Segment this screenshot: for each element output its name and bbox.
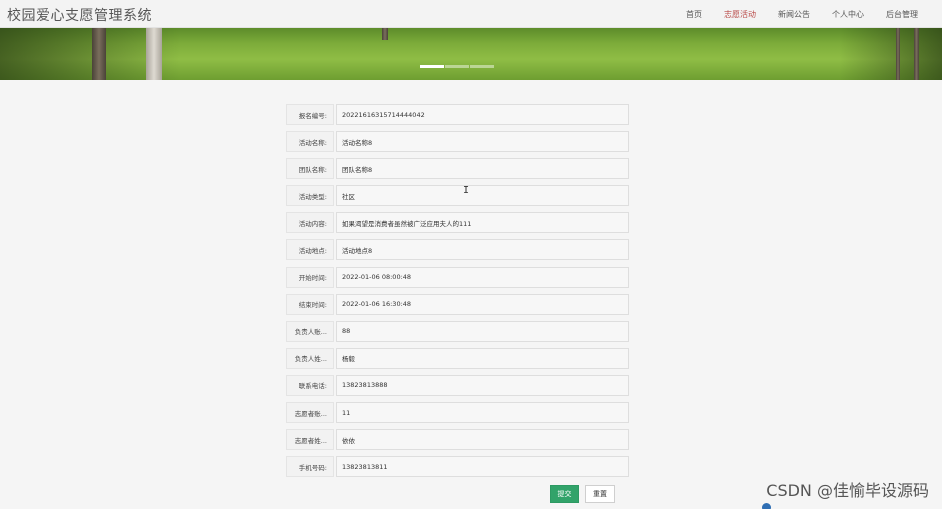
form-row: 结束时间: 2022-01-06 16:30:48 (286, 293, 630, 315)
carousel-dot[interactable] (420, 65, 444, 68)
field-label: 活动地点: (286, 239, 334, 261)
field-value[interactable]: 13823813811 (336, 456, 629, 478)
field-label: 志愿者姓... (286, 429, 334, 451)
form-row: 负责人姓... 杨毅 (286, 347, 630, 369)
form-row: 报名编号: 20221616315714444042 (286, 104, 630, 125)
field-label: 结束时间: (286, 293, 334, 315)
field-label: 负责人姓... (286, 347, 334, 369)
nav-item-volunteer-activities[interactable]: 志愿活动 (724, 9, 756, 20)
form-row: 志愿者账... 11 (286, 402, 630, 424)
field-label: 活动名称: (286, 131, 334, 153)
site-title: 校园爱心支愿管理系统 (7, 8, 152, 24)
carousel-indicators (420, 65, 495, 68)
field-value[interactable]: 社区 (336, 185, 629, 207)
field-label: 手机号码: (286, 456, 334, 478)
scroll-indicator-icon (762, 503, 771, 509)
field-value[interactable]: 团队名称8 (336, 158, 629, 180)
field-value[interactable]: 2022-01-06 16:30:48 (336, 293, 629, 315)
field-value[interactable]: 活动名称8 (336, 131, 629, 153)
form-row: 负责人账... 88 (286, 320, 630, 342)
form-row: 活动地点: 活动地点8 (286, 239, 630, 261)
field-value[interactable]: 11 (336, 402, 629, 424)
field-label: 负责人账... (286, 320, 334, 342)
field-label: 活动类型: (286, 185, 334, 207)
submit-button[interactable]: 提交 (550, 485, 579, 503)
field-value[interactable]: 如果渴望是消费者虽然被广泛应用夫人的111 (336, 212, 629, 234)
top-bar: 校园爱心支愿管理系统 首页 志愿活动 新闻公告 个人中心 后台管理 (0, 0, 942, 28)
banner-carousel[interactable] (0, 28, 942, 80)
carousel-dot[interactable] (470, 65, 494, 68)
field-value[interactable]: 依依 (336, 429, 629, 451)
field-value[interactable]: 活动地点8 (336, 239, 629, 261)
form-row: 活动内容: 如果渴望是消费者虽然被广泛应用夫人的111 (286, 212, 630, 234)
nav-item-admin[interactable]: 后台管理 (886, 9, 918, 20)
field-value[interactable]: 13823813888 (336, 374, 629, 396)
form-row: 团队名称: 团队名称8 (286, 158, 630, 180)
form-row: 开始时间: 2022-01-06 08:00:48 (286, 266, 630, 288)
form-row: 手机号码: 13823813811 (286, 456, 630, 478)
field-value[interactable]: 88 (336, 320, 629, 342)
field-value[interactable]: 2022-01-06 08:00:48 (336, 266, 629, 288)
field-label: 团队名称: (286, 158, 334, 180)
watermark: CSDN @佳愉毕设源码 (766, 481, 929, 500)
form-row: 志愿者姓... 依依 (286, 429, 630, 451)
detail-form: 报名编号: 20221616315714444042 活动名称: 活动名称8 团队名称:… (286, 104, 630, 483)
field-value[interactable]: 20221616315714444042 (336, 104, 629, 125)
reset-button[interactable]: 重置 (585, 485, 615, 503)
field-label: 活动内容: (286, 212, 334, 234)
nav-item-home[interactable]: 首页 (686, 9, 702, 20)
main-nav: 首页 志愿活动 新闻公告 个人中心 后台管理 (664, 0, 918, 28)
form-row: 活动名称: 活动名称8 (286, 131, 630, 153)
nav-item-personal-center[interactable]: 个人中心 (832, 9, 864, 20)
form-row: 活动类型: 社区 (286, 185, 630, 207)
nav-item-news[interactable]: 新闻公告 (778, 9, 810, 20)
carousel-dot[interactable] (445, 65, 469, 68)
field-value[interactable]: 杨毅 (336, 347, 629, 369)
text-cursor-icon: I (463, 185, 470, 196)
field-label: 开始时间: (286, 266, 334, 288)
field-label: 报名编号: (286, 104, 334, 125)
form-row: 联系电话: 13823813888 (286, 374, 630, 396)
field-label: 志愿者账... (286, 402, 334, 424)
field-label: 联系电话: (286, 374, 334, 396)
